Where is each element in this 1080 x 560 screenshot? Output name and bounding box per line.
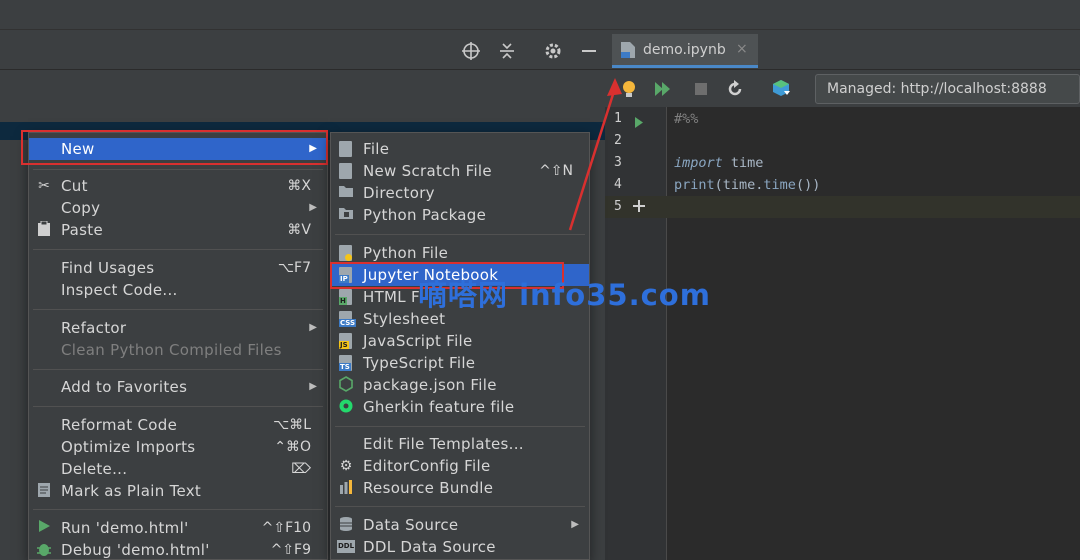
menu-item-refactor[interactable]: Refactor ▶ bbox=[29, 317, 327, 339]
submenu-item-package-json[interactable]: package.json File bbox=[331, 374, 589, 396]
typescript-file-icon: TS bbox=[339, 355, 352, 371]
menu-item-run[interactable]: Run 'demo.html' ^⇧F10 bbox=[29, 517, 327, 539]
menu-separator bbox=[33, 169, 323, 170]
add-cell-icon[interactable] bbox=[632, 198, 646, 217]
cucumber-icon bbox=[337, 398, 355, 416]
submenu-item-python-package[interactable]: Python Package bbox=[331, 204, 589, 226]
package-folder-icon bbox=[337, 206, 355, 224]
func-print: print bbox=[674, 177, 715, 193]
submenu-item-file[interactable]: File bbox=[331, 138, 589, 160]
scissors-icon: ✂ bbox=[38, 178, 50, 194]
menu-item-cut[interactable]: ✂ Cut ⌘X bbox=[29, 175, 327, 197]
menu-item-clean-python: Clean Python Compiled Files bbox=[61, 341, 282, 359]
submenu-item-javascript-file[interactable]: JS JavaScript File bbox=[331, 330, 589, 352]
minimize-icon[interactable] bbox=[578, 40, 600, 62]
jupyter-server-icon[interactable] bbox=[771, 79, 791, 99]
jupyter-file-icon bbox=[620, 41, 636, 59]
run-cell-icon[interactable] bbox=[634, 113, 644, 132]
gear-icon: ⚙ bbox=[339, 458, 353, 474]
resource-bundle-icon bbox=[337, 479, 355, 497]
html-file-icon: H bbox=[339, 289, 352, 305]
menu-separator bbox=[33, 509, 323, 510]
folder-icon bbox=[337, 184, 355, 202]
menu-item-inspect-code[interactable]: Inspect Code... bbox=[29, 279, 327, 301]
submenu-item-gherkin[interactable]: Gherkin feature file bbox=[331, 396, 589, 418]
menu-separator bbox=[33, 406, 323, 407]
submenu-item-data-source[interactable]: Data Source ▶ bbox=[331, 514, 589, 536]
code-line-4: print(time.time()) bbox=[674, 177, 820, 193]
editor-tab-demo-ipynb[interactable]: demo.ipynb × bbox=[612, 34, 758, 68]
code-line-3: import time bbox=[674, 155, 763, 171]
code-text: (time. bbox=[714, 177, 764, 193]
css-file-icon: CSS bbox=[339, 311, 357, 327]
python-file-icon bbox=[339, 245, 352, 261]
menu-item-optimize-imports[interactable]: Optimize Imports ⌃⌘O bbox=[29, 436, 327, 458]
kernel-label: Managed: http://localhost:8888 bbox=[827, 81, 1047, 97]
run-icon bbox=[35, 519, 53, 537]
kernel-selector[interactable]: Managed: http://localhost:8888 bbox=[815, 74, 1080, 104]
ddl-icon: DDL bbox=[337, 538, 355, 556]
text-file-icon bbox=[35, 482, 53, 500]
menu-item-find-usages[interactable]: Find Usages ⌥F7 bbox=[29, 257, 327, 279]
submenu-item-editorconfig[interactable]: ⚙ EditorConfig File bbox=[331, 455, 589, 477]
code-editor[interactable] bbox=[667, 107, 1080, 560]
menu-separator bbox=[335, 234, 585, 235]
new-submenu: File New Scratch File ^⇧N Directory Pyth… bbox=[330, 132, 590, 560]
submenu-arrow-icon: ▶ bbox=[309, 202, 317, 213]
menu-separator bbox=[335, 426, 585, 427]
run-all-icon[interactable] bbox=[653, 79, 673, 99]
current-line-highlight bbox=[605, 196, 1080, 218]
javascript-file-icon: JS bbox=[339, 333, 352, 349]
annotation-arrow bbox=[568, 78, 622, 231]
submenu-item-typescript-file[interactable]: TS TypeScript File bbox=[331, 352, 589, 374]
scratch-file-icon bbox=[339, 163, 352, 179]
submenu-item-resource-bundle[interactable]: Resource Bundle bbox=[331, 477, 589, 499]
restart-icon[interactable] bbox=[725, 79, 745, 99]
menu-item-copy[interactable]: Copy ▶ bbox=[29, 197, 327, 219]
stop-icon[interactable] bbox=[691, 79, 711, 99]
code-text: time bbox=[722, 155, 764, 171]
bug-icon bbox=[35, 541, 53, 559]
submenu-item-python-file[interactable]: Python File bbox=[331, 242, 589, 264]
cell-marker: #%% bbox=[674, 111, 699, 127]
watermark: 嘀嗒网 info35.com bbox=[418, 278, 711, 312]
crosshair-icon[interactable] bbox=[460, 40, 482, 62]
tool-window-header bbox=[0, 30, 1080, 70]
clipboard-icon bbox=[35, 220, 53, 239]
submenu-arrow-icon: ▶ bbox=[571, 519, 579, 530]
menu-separator bbox=[33, 309, 323, 310]
submenu-item-ddl-source[interactable]: DDL DDL Data Source bbox=[331, 536, 589, 558]
func-time: time bbox=[763, 177, 796, 193]
menu-item-mark-plain-text[interactable]: Mark as Plain Text bbox=[29, 480, 327, 502]
project-toolbar bbox=[0, 70, 610, 122]
submenu-arrow-icon: ▶ bbox=[309, 322, 317, 333]
context-menu: New ▶ ✂ Cut ⌘X Copy ▶ Paste ⌘V Find Usag… bbox=[28, 132, 328, 560]
menu-separator bbox=[33, 249, 323, 250]
menu-item-delete[interactable]: Delete... ⌦ bbox=[29, 458, 327, 480]
nodejs-icon bbox=[337, 376, 355, 394]
menu-separator bbox=[335, 506, 585, 507]
code-text: ()) bbox=[795, 177, 821, 193]
submenu-item-scratch-file[interactable]: New Scratch File ^⇧N bbox=[331, 160, 589, 182]
annotation-highlight-new bbox=[21, 130, 328, 165]
submenu-arrow-icon: ▶ bbox=[309, 381, 317, 392]
menu-item-reformat[interactable]: Reformat Code ⌥⌘L bbox=[29, 414, 327, 436]
collapse-icon[interactable] bbox=[496, 40, 518, 62]
submenu-item-directory[interactable]: Directory bbox=[331, 182, 589, 204]
menu-item-debug[interactable]: Debug 'demo.html' ^⇧F9 bbox=[29, 539, 327, 560]
menu-separator bbox=[33, 369, 323, 370]
close-icon[interactable]: × bbox=[736, 41, 748, 57]
menu-item-paste[interactable]: Paste ⌘V bbox=[29, 219, 327, 241]
database-icon bbox=[337, 516, 355, 534]
gear-icon[interactable] bbox=[542, 40, 564, 62]
tab-label: demo.ipynb bbox=[643, 42, 726, 58]
keyword-import: import bbox=[674, 155, 723, 171]
submenu-item-edit-templates[interactable]: Edit File Templates... bbox=[331, 433, 589, 455]
title-bar bbox=[0, 0, 1080, 30]
file-icon bbox=[339, 141, 352, 157]
menu-item-add-favorites[interactable]: Add to Favorites ▶ bbox=[29, 376, 327, 398]
